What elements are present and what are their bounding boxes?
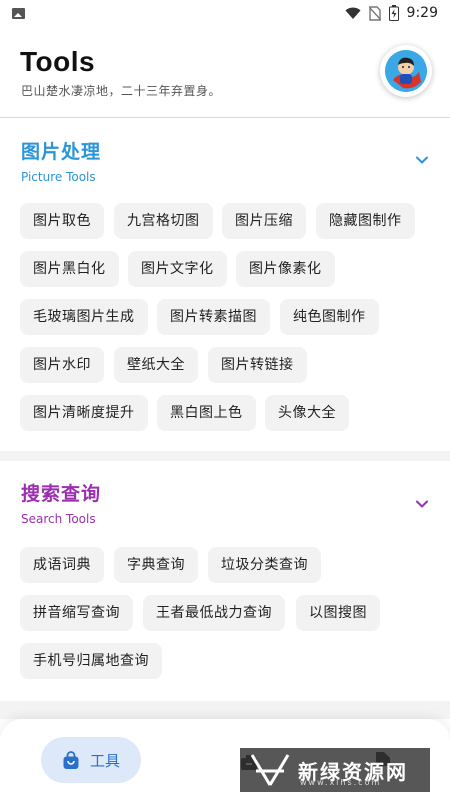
nav-tab-label: 工具 [89,751,120,770]
avatar[interactable] [380,45,432,97]
tool-chip[interactable]: 字典查询 [114,547,198,583]
image-icon [12,7,25,19]
tool-chip[interactable]: 以图搜图 [296,595,380,631]
nav-tab-tools[interactable]: 工具 [41,737,141,783]
section-divider [0,701,450,719]
no-sim-icon [368,5,381,21]
tool-chip[interactable]: 九宫格切图 [114,203,213,239]
tool-chip[interactable]: 拼音缩写查询 [20,595,133,631]
page-title: Tools [20,46,96,77]
watermark: 新绿资源网 www.xlhs.com [240,748,430,792]
tool-chip[interactable]: 图片清晰度提升 [20,395,148,431]
tool-chip[interactable]: 王者最低战力查询 [143,595,285,631]
tool-chip[interactable]: 壁纸大全 [114,347,198,383]
bag-icon [63,750,79,769]
tool-chip[interactable]: 图片压缩 [222,203,306,239]
section-picture-tools: 图片处理 Picture Tools 图片取色 九宫格切图 图片压缩 隐藏图制作… [0,119,450,451]
chevron-down-icon[interactable] [414,496,430,512]
page-subtitle: 巴山楚水凄凉地，二十三年弃置身。 [21,84,222,98]
tool-chip[interactable]: 毛玻璃图片生成 [20,299,148,335]
avatar-superhero-icon [385,50,427,92]
status-bar: 9:29 [0,0,450,26]
tool-chip[interactable]: 黑白图上色 [157,395,256,431]
tool-chip[interactable]: 图片转素描图 [157,299,270,335]
tool-chip[interactable]: 图片水印 [20,347,104,383]
section-title: 图片处理 [21,141,102,163]
tool-chip[interactable]: 隐藏图制作 [316,203,415,239]
tool-chip[interactable]: 图片文字化 [128,251,227,287]
tool-chip[interactable]: 纯色图制作 [280,299,379,335]
tool-chip[interactable]: 图片转链接 [208,347,307,383]
section-subtitle: Picture Tools [21,170,96,184]
tool-chip[interactable]: 图片像素化 [236,251,335,287]
watermark-subtext: www.xlhs.com [300,778,382,787]
clock: 9:29 [406,5,438,21]
tool-chip[interactable]: 成语词典 [20,547,104,583]
tool-chip[interactable]: 图片黑白化 [20,251,119,287]
wifi-icon [345,7,361,19]
section-divider [0,451,450,461]
section-search-tools: 搜索查询 Search Tools 成语词典 字典查询 垃圾分类查询 拼音缩写查… [0,461,450,701]
tool-chip[interactable]: 图片取色 [20,203,104,239]
tool-chip[interactable]: 手机号归属地查询 [20,643,162,679]
tool-chip[interactable]: 垃圾分类查询 [208,547,321,583]
battery-charging-icon [388,5,399,21]
section-title: 搜索查询 [21,483,102,505]
header: Tools 巴山楚水凄凉地，二十三年弃置身。 [0,26,450,118]
watermark-logo-icon [250,754,290,786]
section-subtitle: Search Tools [21,512,96,526]
tool-chip[interactable]: 头像大全 [265,395,349,431]
chevron-down-icon[interactable] [414,152,430,168]
